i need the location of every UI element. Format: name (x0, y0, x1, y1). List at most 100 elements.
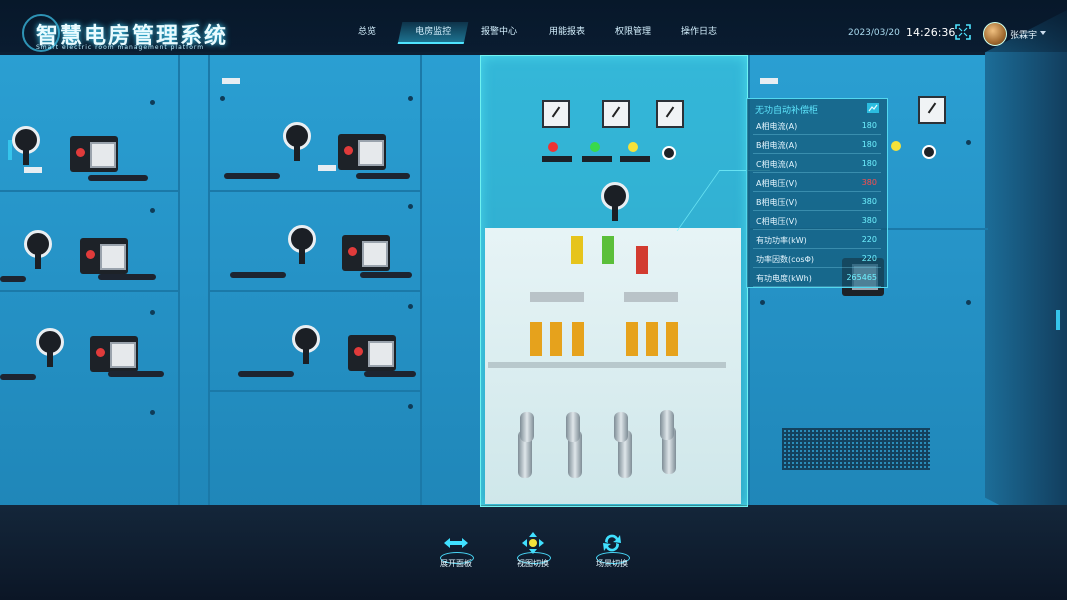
label-plate (24, 167, 42, 173)
label-plate (582, 156, 612, 162)
door-handle[interactable] (364, 371, 416, 377)
capacitor (660, 410, 674, 440)
label-plate (620, 156, 650, 162)
nav-tab-room-monitor[interactable]: 电房监控 (397, 22, 469, 44)
ventilation-grill (782, 428, 930, 470)
info-row: C相电压(V) 380 (753, 212, 881, 230)
contactor (624, 292, 678, 302)
cabinet-divider (420, 55, 422, 505)
scene-switch-button[interactable]: 场景切换 (582, 530, 642, 580)
info-row-value: 380 (861, 197, 877, 206)
door-handle[interactable] (0, 374, 36, 380)
screw (150, 310, 155, 315)
top-header: 智慧电房管理系统 Smart electric room management … (0, 0, 1067, 52)
expand-panel-label: 展开面板 (440, 559, 472, 568)
info-row-value: 180 (861, 159, 877, 168)
nav-tab-operation-log[interactable]: 操作日志 (666, 22, 732, 42)
screw (408, 304, 413, 309)
selector-switch[interactable] (288, 225, 316, 264)
nav-tab-permission[interactable]: 权限管理 (600, 22, 666, 42)
screw (966, 140, 971, 145)
door-handle[interactable] (98, 274, 156, 280)
fullscreen-icon[interactable] (955, 24, 971, 40)
selector-switch[interactable] (292, 325, 320, 364)
expand-panel-button[interactable]: 展开面板 (426, 530, 486, 580)
door-handle[interactable] (230, 272, 286, 278)
screw (408, 404, 413, 409)
door-handle[interactable] (238, 371, 294, 377)
view-switch-button[interactable]: 视图切换 (503, 530, 563, 580)
fuse-holder (602, 236, 614, 264)
door-handle[interactable] (360, 272, 412, 278)
meter-panel (338, 134, 386, 170)
indicator-switch[interactable] (922, 145, 936, 159)
screw (408, 96, 413, 101)
expand-arrows-icon (444, 538, 468, 548)
user-avatar[interactable] (983, 22, 1007, 46)
info-row-label: A相电压(V) (756, 179, 798, 188)
panel-divider (208, 390, 420, 392)
selector-switch[interactable] (36, 328, 64, 367)
info-row-label: C相电压(V) (756, 217, 798, 226)
switchgear-side (985, 10, 1067, 540)
door-handle[interactable] (0, 276, 26, 282)
info-row: C相电流(A) 180 (753, 155, 881, 173)
indicator-lamp-yellow (628, 142, 638, 152)
info-row-value: 220 (861, 254, 877, 263)
reactor (572, 322, 584, 356)
screw (220, 96, 225, 101)
scene-switch-icon (603, 534, 621, 552)
gauge-dial (656, 100, 684, 128)
info-row-label: B相电压(V) (756, 198, 798, 207)
info-row: 功率因数(cosΦ) 220 (753, 250, 881, 268)
label-plate (760, 78, 778, 84)
user-menu-caret-icon[interactable] (1040, 31, 1046, 35)
door-handle[interactable] (224, 173, 280, 179)
nav-tab-overview[interactable]: 总览 (334, 22, 400, 42)
door-handle[interactable] (108, 371, 164, 377)
user-name[interactable]: 张霖宇 (1010, 28, 1037, 41)
reactor (646, 322, 658, 356)
nav-tab-energy-report[interactable]: 用能报表 (534, 22, 600, 42)
screw (150, 208, 155, 213)
reactor (550, 322, 562, 356)
info-row: B相电流(A) 180 (753, 136, 881, 154)
info-row-label: B相电流(A) (756, 141, 798, 150)
info-row-label: 有功电度(kWh) (756, 274, 812, 283)
3d-scene[interactable] (0, 0, 1067, 600)
info-row-value: 265465 (846, 273, 877, 282)
selector-switch[interactable] (24, 230, 52, 269)
capacitor (614, 412, 628, 442)
selector-switch[interactable] (12, 126, 40, 165)
meter-panel (348, 335, 396, 371)
nav-tab-alarm-center[interactable]: 报警中心 (466, 22, 532, 42)
capacitor (520, 412, 534, 442)
info-row: B相电压(V) 380 (753, 193, 881, 211)
panel-divider (208, 190, 420, 192)
meter-panel (80, 238, 128, 274)
chart-icon[interactable] (867, 103, 879, 113)
scene-switch-label: 场景切换 (596, 559, 628, 568)
info-row-value: 180 (861, 121, 877, 130)
info-row-value: 180 (861, 140, 877, 149)
compensation-cabinet-info-panel: 无功自动补偿柜 A相电流(A) 180 B相电流(A) 180 C相电流(A) 180 A相… (746, 98, 888, 288)
gauge-dial (602, 100, 630, 128)
side-decoration (1056, 310, 1060, 330)
indicator-lamp-green (590, 142, 600, 152)
info-row-label: 有功功率(kW) (756, 236, 807, 245)
view-switch-icon (522, 532, 544, 554)
info-row: 有功电度(kWh) 265465 (753, 269, 881, 287)
screw (408, 204, 413, 209)
header-date: 2023/03/20 (848, 28, 900, 38)
door-handle[interactable] (88, 175, 148, 181)
door-handle[interactable] (356, 173, 410, 179)
screw (966, 300, 971, 305)
indicator-switch[interactable] (662, 146, 676, 160)
main-selector-switch[interactable] (601, 182, 629, 221)
info-panel-title: 无功自动补偿柜 (755, 106, 819, 116)
info-row: A相电压(V) 380 (753, 174, 881, 192)
info-row: 有功功率(kW) 220 (753, 231, 881, 249)
selector-switch[interactable] (283, 122, 311, 161)
app-subtitle: Smart electric room management platform (36, 44, 205, 51)
info-row-label: C相电流(A) (756, 160, 798, 169)
